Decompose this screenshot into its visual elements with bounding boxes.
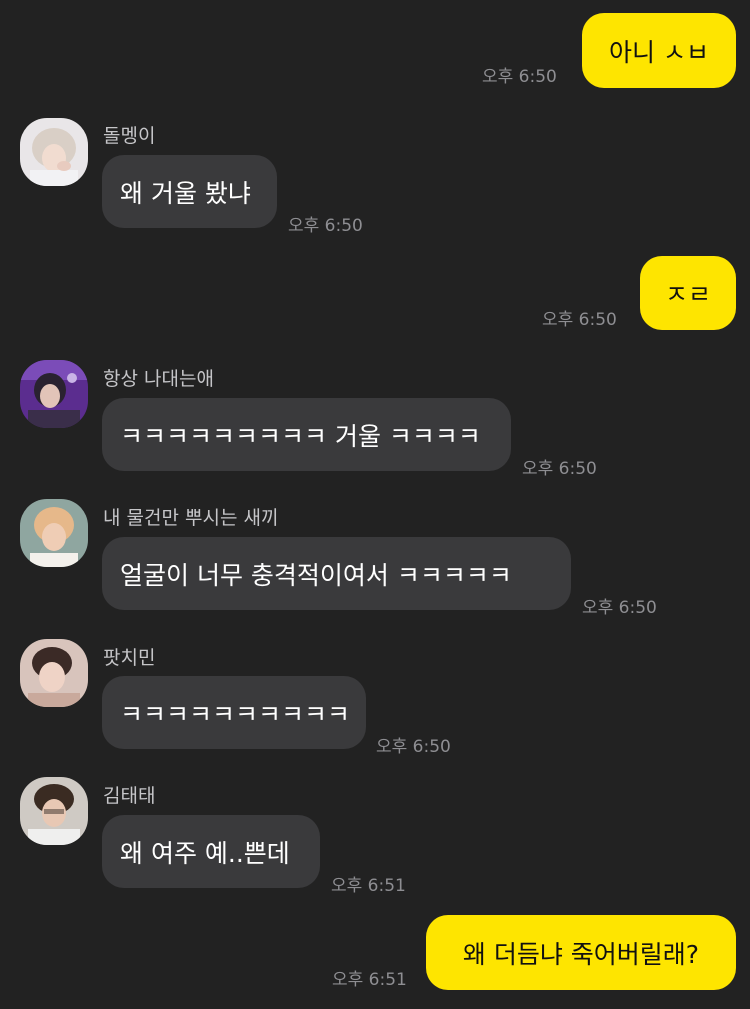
- sender-avatar[interactable]: [20, 639, 88, 707]
- message-time: 오후 6:51: [332, 970, 407, 990]
- message-text: ㅈㄹ: [664, 280, 711, 309]
- sender-name: 김태태: [103, 785, 156, 807]
- sender-avatar[interactable]: [20, 499, 88, 567]
- sender-name: 항상 나대는애: [103, 368, 214, 390]
- avatar-photo-icon: [20, 639, 88, 707]
- message-text: ㅋㅋㅋㅋㅋㅋㅋㅋㅋㅋ: [120, 699, 351, 729]
- incoming-message-bubble[interactable]: ㅋㅋㅋㅋㅋㅋㅋㅋㅋㅋ: [102, 676, 366, 749]
- message-text: 왜 더듬냐 죽어버릴래?: [462, 939, 700, 969]
- message-text: 왜 거울 봤냐: [120, 178, 251, 208]
- sender-name: 내 물건만 뿌시는 새끼: [103, 507, 279, 529]
- sender-avatar[interactable]: [20, 360, 88, 428]
- sender-name: 돌멩이: [103, 125, 156, 147]
- incoming-message-bubble[interactable]: ㅋㅋㅋㅋㅋㅋㅋㅋㅋ 거울 ㅋㅋㅋㅋ: [102, 398, 511, 471]
- avatar-photo-icon: [20, 118, 88, 186]
- message-time: 오후 6:50: [288, 216, 363, 236]
- message-text: 아니 ㅅㅂ: [609, 37, 709, 67]
- sender-avatar[interactable]: [20, 118, 88, 186]
- message-text: 왜 여주 예..쁜데: [120, 838, 290, 868]
- sender-name: 팟치민: [103, 647, 156, 669]
- outgoing-message-bubble[interactable]: ㅈㄹ: [640, 256, 736, 330]
- avatar-photo-icon: [20, 360, 88, 428]
- message-time: 오후 6:50: [542, 310, 617, 330]
- incoming-message-bubble[interactable]: 왜 여주 예..쁜데: [102, 815, 320, 888]
- message-text: ㅋㅋㅋㅋㅋㅋㅋㅋㅋ 거울 ㅋㅋㅋㅋ: [120, 421, 481, 451]
- message-text: 얼굴이 너무 충격적이여서 ㅋㅋㅋㅋㅋ: [120, 560, 512, 590]
- message-time: 오후 6:50: [376, 737, 451, 757]
- incoming-message-bubble[interactable]: 왜 거울 봤냐: [102, 155, 277, 228]
- message-time: 오후 6:50: [482, 67, 557, 87]
- outgoing-message-bubble[interactable]: 아니 ㅅㅂ: [582, 13, 736, 88]
- outgoing-message-bubble[interactable]: 왜 더듬냐 죽어버릴래?: [426, 915, 736, 990]
- avatar-photo-icon: [20, 777, 88, 845]
- incoming-message-bubble[interactable]: 얼굴이 너무 충격적이여서 ㅋㅋㅋㅋㅋ: [102, 537, 571, 610]
- message-time: 오후 6:51: [331, 876, 406, 896]
- message-time: 오후 6:50: [582, 598, 657, 618]
- avatar-photo-icon: [20, 499, 88, 567]
- sender-avatar[interactable]: [20, 777, 88, 845]
- message-time: 오후 6:50: [522, 459, 597, 479]
